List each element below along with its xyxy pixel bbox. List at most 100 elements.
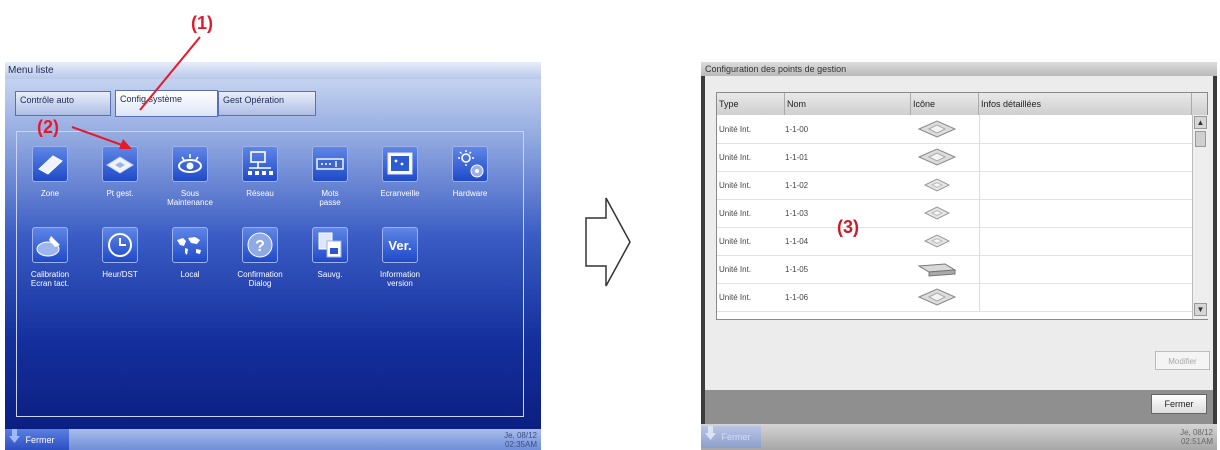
menu-item-screensaver[interactable]: Ecranveille	[369, 146, 431, 198]
scroll-up-icon[interactable]: ▲	[1194, 116, 1207, 129]
menu-item-network[interactable]: Réseau	[229, 146, 291, 198]
password-icon	[312, 146, 348, 182]
callout-3: (3)	[837, 217, 859, 237]
tab-auto-control[interactable]: Contrôle auto	[15, 91, 111, 116]
table-row[interactable]: Unité Int. 1-1-06	[717, 283, 1192, 312]
table-row[interactable]: Unité Int. 1-1-02	[717, 171, 1192, 200]
column-header-name[interactable]: Nom	[785, 93, 911, 115]
ceiling-unit-icon	[917, 263, 957, 277]
menu-item-label: Local	[180, 270, 200, 279]
status-bar: Fermer Je, 08/12 02:35AM	[5, 429, 541, 450]
cassette-unit-icon	[923, 178, 951, 192]
cassette-unit-icon	[923, 206, 951, 220]
scroll-down-icon[interactable]: ▼	[1194, 303, 1207, 316]
management-point-config-window: Configuration des points de gestion Type…	[701, 62, 1217, 450]
row-name: 1-1-01	[785, 153, 809, 162]
close-button-disabled: Fermer	[701, 426, 761, 448]
table-row[interactable]: Unité Int. 1-1-03	[717, 199, 1192, 228]
column-header-spacer	[1192, 93, 1207, 115]
table-row[interactable]: Unité Int. 1-1-01	[717, 143, 1192, 172]
eye-icon	[172, 146, 208, 182]
menu-item-label: Zone	[40, 189, 60, 198]
menu-item-label: Pt gest.	[106, 189, 134, 198]
row-name: 1-1-02	[785, 181, 809, 190]
management-point-table: Type Nom Icône Infos détaillées Unité In…	[716, 92, 1208, 320]
row-type: Unité Int.	[719, 265, 752, 274]
version-icon: Ver.	[382, 227, 418, 263]
svg-text:Ver.: Ver.	[388, 238, 411, 253]
row-type: Unité Int.	[719, 125, 752, 134]
window-title: Configuration des points de gestion	[701, 62, 1217, 76]
vertical-scrollbar[interactable]: ▲ ▼	[1192, 115, 1208, 319]
row-type: Unité Int.	[719, 293, 752, 302]
screensaver-icon	[382, 146, 418, 182]
column-header-details[interactable]: Infos détaillées	[979, 93, 1192, 115]
config-body: Type Nom Icône Infos détaillées Unité In…	[705, 76, 1213, 390]
window-title: Menu liste	[5, 62, 541, 79]
arrow-down-icon	[705, 426, 719, 448]
date-text: Je, 08/12	[1180, 428, 1213, 437]
menu-item-label: Ecranveille	[380, 189, 420, 198]
callout-2-arrow	[71, 126, 132, 149]
row-name: 1-1-04	[785, 237, 809, 246]
cassette-unit-icon	[923, 234, 951, 248]
menu-item-label: Réseau	[246, 189, 274, 198]
column-header-type[interactable]: Type	[717, 93, 785, 115]
question-icon: ?	[242, 227, 278, 263]
date-time: Je, 08/12 02:35AM	[504, 431, 537, 449]
row-name: 1-1-00	[785, 125, 809, 134]
menu-item-label: Confirmation Dialog	[237, 270, 283, 288]
cassette-unit-icon	[917, 148, 957, 166]
menu-item-label: Heur/DST	[102, 270, 138, 279]
menu-item-label: Sauvg.	[317, 270, 343, 279]
menu-item-clock[interactable]: Heur/DST	[89, 227, 151, 279]
callout-2: (2)	[37, 117, 59, 137]
close-button[interactable]: Fermer	[1151, 394, 1207, 414]
menu-item-touch-calibration[interactable]: Calibration Ecran tact.	[19, 227, 81, 288]
button-bar: Fermer	[705, 390, 1213, 424]
tab-operation-management[interactable]: Gest Opération	[218, 91, 316, 116]
table-row[interactable]: Unité Int. 1-1-04	[717, 227, 1192, 256]
row-type: Unité Int.	[719, 153, 752, 162]
menu-item-maintenance[interactable]: Sous Maintenance	[159, 146, 221, 207]
time-text: 02:35AM	[504, 440, 537, 449]
table-row[interactable]: Unité Int. 1-1-05	[717, 255, 1192, 284]
modify-button[interactable]: Modifier	[1155, 351, 1210, 370]
menu-item-save[interactable]: Sauvg.	[299, 227, 361, 279]
menu-item-password[interactable]: Mots passe	[299, 146, 361, 207]
row-name: 1-1-06	[785, 293, 809, 302]
hardware-icon	[452, 146, 488, 182]
cassette-unit-icon	[917, 288, 957, 306]
zone-icon	[32, 146, 68, 182]
column-divider	[979, 283, 980, 311]
callout-1-line	[139, 36, 201, 111]
column-divider	[979, 143, 980, 171]
column-header-icon[interactable]: Icône	[911, 93, 979, 115]
row-name: 1-1-05	[785, 265, 809, 274]
callout-1: (1)	[191, 13, 213, 33]
menu-item-hardware[interactable]: Hardware	[439, 146, 501, 198]
row-type: Unité Int.	[719, 209, 752, 218]
menu-item-confirmation-dialog[interactable]: ? Confirmation Dialog	[229, 227, 291, 288]
touch-calibration-icon	[32, 227, 68, 263]
row-type: Unité Int.	[719, 237, 752, 246]
menu-item-label: Mots passe	[319, 189, 341, 207]
arrow-down-icon	[9, 429, 23, 450]
status-bar: Fermer Je, 08/12 02:51AM	[701, 424, 1217, 450]
close-button[interactable]: Fermer	[5, 429, 69, 450]
row-name: 1-1-03	[785, 209, 809, 218]
table-row[interactable]: Unité Int. 1-1-00	[717, 115, 1192, 144]
menu-item-label: Sous Maintenance	[167, 189, 213, 207]
column-divider	[979, 227, 980, 255]
network-icon	[242, 146, 278, 182]
close-label: Fermer	[721, 432, 751, 442]
column-divider	[979, 115, 980, 143]
scroll-thumb[interactable]	[1195, 131, 1206, 147]
menu-item-version-info[interactable]: Ver. Information version	[369, 227, 431, 288]
menu-item-local[interactable]: Local	[159, 227, 221, 279]
menu-list-window: Menu liste Contrôle auto Config système …	[5, 62, 541, 450]
row-type: Unité Int.	[719, 181, 752, 190]
menu-item-label: Calibration Ecran tact.	[30, 270, 70, 288]
column-divider	[979, 199, 980, 227]
clock-icon	[102, 227, 138, 263]
